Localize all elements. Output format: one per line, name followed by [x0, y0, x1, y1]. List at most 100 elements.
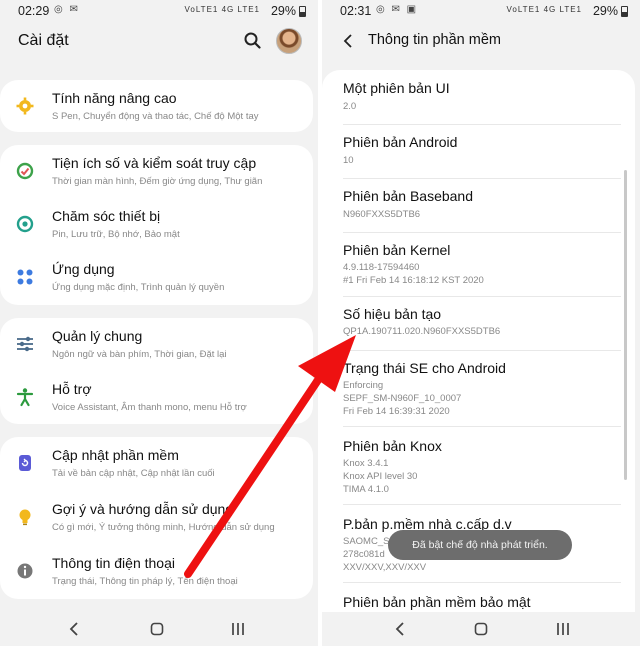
settings-card-wellbeing: Tiện ích số và kiểm soát truy cập Thời g… [0, 145, 313, 305]
settings-card-about: Cập nhật phần mềm Tải về bản cập nhật, C… [0, 437, 313, 599]
setting-title: Tính năng nâng cao [52, 90, 177, 106]
setting-subtitle: Ngôn ngữ và bàn phím, Thời gian, Đặt lại [52, 349, 227, 360]
software-update-icon [15, 453, 35, 473]
setting-software-update[interactable]: Cập nhật phần mềm Tải về bản cập nhật, C… [0, 437, 313, 489]
info-value: 2.0 [343, 101, 357, 112]
setting-subtitle: Trạng thái, Thông tin pháp lý, Tên điện … [52, 576, 238, 587]
sliders-icon [15, 334, 35, 354]
settings-screen: 02:29 ◎ ✉ VoLTE1 4G LTE1 29% Cài đặt Tín… [0, 0, 318, 646]
setting-subtitle: Có gì mới, Ý tưởng thông minh, Hướng dẫn… [52, 522, 275, 533]
navigation-bar [0, 612, 318, 646]
info-item-build-number[interactable]: Số hiệu bản tạo QP1A.190711.020.N960FXXS… [322, 296, 635, 348]
info-title: Số hiệu bản tạo [343, 306, 442, 322]
back-arrow-icon[interactable] [340, 32, 356, 50]
home-nav-icon[interactable] [469, 618, 493, 640]
info-value: 278c081d [343, 549, 385, 560]
scrollbar[interactable] [624, 170, 627, 480]
setting-tips[interactable]: Gợi ý và hướng dẫn sử dụng Có gì mới, Ý … [0, 491, 313, 543]
status-time: 02:29 [18, 4, 50, 18]
status-bar: 02:29 ◎ ✉ VoLTE1 4G LTE1 29% [0, 0, 318, 22]
apps-icon [15, 267, 35, 287]
info-title: Phiên bản phần mềm bảo mật [343, 594, 531, 610]
battery-icon [299, 6, 306, 17]
info-value: N960FXXS5DTB6 [343, 209, 421, 220]
setting-title: Quản lý chung [52, 328, 143, 344]
info-icon [15, 561, 35, 581]
info-item-baseband[interactable]: Phiên bản Baseband N960FXXS5DTB6 [322, 178, 635, 232]
info-value: Knox API level 30 [343, 471, 418, 482]
digital-wellbeing-icon [15, 161, 35, 181]
setting-subtitle: Tải về bản cập nhật, Cập nhật lần cuối [52, 468, 215, 479]
setting-title: Gợi ý và hướng dẫn sử dụng [52, 501, 234, 517]
status-time: 02:31 [340, 4, 372, 18]
setting-about-phone[interactable]: Thông tin điện thoại Trạng thái, Thông t… [0, 545, 313, 597]
battery-percent: 29% [592, 4, 618, 18]
info-title: Một phiên bản UI [343, 80, 450, 96]
setting-title: Chăm sóc thiết bị [52, 208, 161, 224]
setting-subtitle: Thời gian màn hình, Đếm giờ ứng dụng, Th… [52, 176, 263, 187]
avatar[interactable] [276, 28, 302, 54]
setting-title: Tiện ích số và kiểm soát truy cập [52, 155, 257, 171]
device-care-icon [15, 214, 35, 234]
setting-accessibility[interactable]: Hỗ trợ Voice Assistant, Âm thanh mono, m… [0, 371, 313, 423]
info-value: XXV/XXV,XXV/XXV [343, 562, 427, 573]
settings-card-general: Quản lý chung Ngôn ngữ và bàn phím, Thời… [0, 318, 313, 424]
network-indicators: VoLTE1 4G LTE1 [506, 5, 582, 14]
setting-device-care[interactable]: Chăm sóc thiết bị Pin, Lưu trữ, Bộ nhớ, … [0, 198, 313, 250]
accessibility-icon [15, 387, 35, 407]
info-item-android[interactable]: Phiên bản Android 10 [322, 124, 635, 178]
info-value: Fri Feb 14 16:39:31 2020 [343, 406, 450, 417]
info-item-se-status[interactable]: Trạng thái SE cho Android Enforcing SEPF… [322, 350, 635, 424]
setting-subtitle: Voice Assistant, Âm thanh mono, menu Hỗ … [52, 402, 247, 413]
home-nav-icon[interactable] [145, 618, 169, 640]
info-value: TIMA 4.1.0 [343, 484, 389, 495]
info-item-knox[interactable]: Phiên bản Knox Knox 3.4.1 Knox API level… [322, 428, 635, 502]
settings-header: Cài đặt [0, 26, 318, 62]
setting-subtitle: Pin, Lưu trữ, Bộ nhớ, Bảo mật [52, 229, 180, 240]
settings-card-advanced: Tính năng nâng cao S Pen, Chuyển động và… [0, 80, 313, 132]
setting-advanced-features[interactable]: Tính năng nâng cao S Pen, Chuyển động và… [0, 80, 313, 132]
setting-subtitle: Ứng dụng mặc định, Trình quản lý quyền [52, 282, 225, 293]
info-value: QP1A.190711.020.N960FXXS5DTB6 [343, 326, 501, 337]
status-bar: 02:31 ◎ ✉ ▣ VoLTE1 4G LTE1 29% [322, 0, 640, 22]
info-item-kernel[interactable]: Phiên bản Kernel 4.9.118-17594460 #1 Fri… [322, 232, 635, 296]
setting-title: Hỗ trợ [52, 381, 92, 397]
setting-title: Thông tin điện thoại [52, 555, 175, 571]
setting-digital-wellbeing[interactable]: Tiện ích số và kiểm soát truy cập Thời g… [0, 145, 313, 197]
info-value: SEPF_SM-N960F_10_0007 [343, 393, 462, 404]
star-gear-icon [15, 96, 35, 116]
info-title: Phiên bản Android [343, 134, 458, 150]
software-info-screen: 02:31 ◎ ✉ ▣ VoLTE1 4G LTE1 29% Thông tin… [322, 0, 640, 646]
network-indicators: VoLTE1 4G LTE1 [184, 5, 260, 14]
notification-icons: ◎ ✉ [54, 4, 80, 15]
notification-icons: ◎ ✉ ▣ [376, 4, 419, 15]
search-icon[interactable] [242, 30, 264, 52]
info-title: Phiên bản Knox [343, 438, 442, 454]
info-value: 4.9.118-17594460 [343, 262, 420, 273]
setting-subtitle: S Pen, Chuyển động và thao tác, Chế độ M… [52, 111, 259, 122]
setting-title: Ứng dụng [52, 261, 115, 277]
back-nav-icon[interactable] [388, 618, 412, 640]
info-value: Enforcing [343, 380, 384, 391]
info-item-one-ui[interactable]: Một phiên bản UI 2.0 [322, 70, 635, 124]
setting-title: Cập nhật phần mềm [52, 447, 179, 463]
info-value: #1 Fri Feb 14 16:18:12 KST 2020 [343, 275, 484, 286]
divider [343, 426, 621, 427]
back-nav-icon[interactable] [62, 618, 86, 640]
divider [343, 504, 621, 505]
lightbulb-icon [15, 507, 35, 527]
setting-apps[interactable]: Ứng dụng Ứng dụng mặc định, Trình quản l… [0, 251, 313, 303]
page-title: Thông tin phần mềm [368, 32, 501, 48]
navigation-bar [322, 612, 640, 646]
divider [343, 582, 621, 583]
recents-nav-icon[interactable] [551, 618, 575, 640]
setting-general-management[interactable]: Quản lý chung Ngôn ngữ và bàn phím, Thời… [0, 318, 313, 370]
info-title: Trạng thái SE cho Android [343, 360, 506, 376]
recents-nav-icon[interactable] [226, 618, 250, 640]
battery-percent: 29% [270, 4, 296, 18]
page-title: Cài đặt [18, 32, 69, 49]
software-info-header: Thông tin phần mềm [322, 26, 640, 58]
info-value: Knox 3.4.1 [343, 458, 389, 469]
developer-mode-toast: Đã bật chế độ nhà phát triển. [388, 530, 572, 560]
info-title: Phiên bản Baseband [343, 188, 473, 204]
